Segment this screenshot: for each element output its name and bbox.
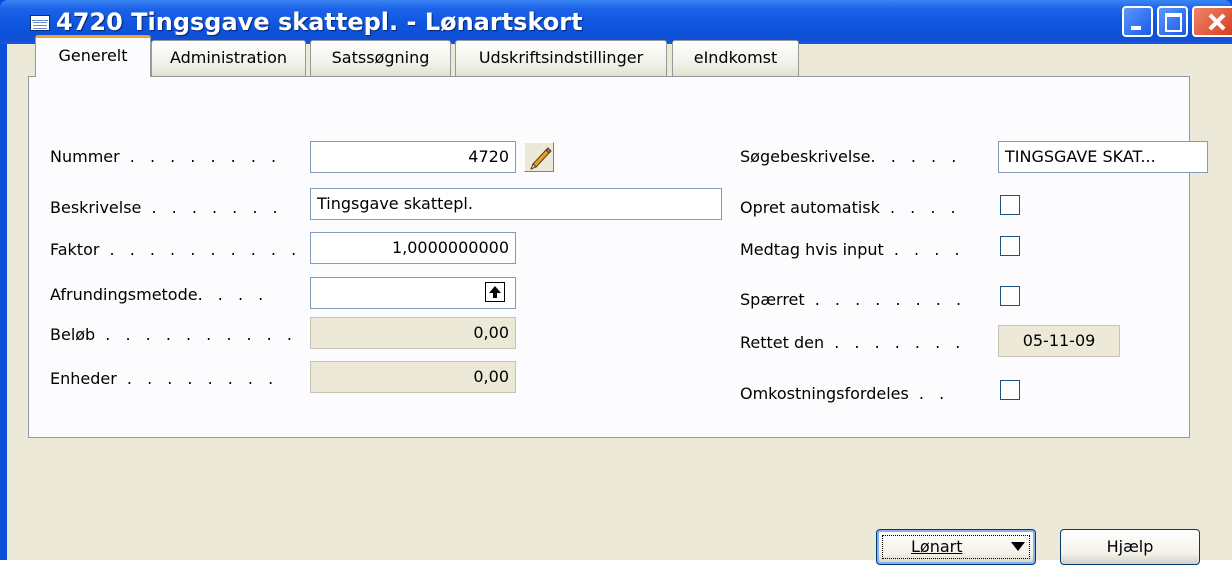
table-icon [30,15,50,31]
nummer-label: Nummer . . . . . . . . [50,147,282,166]
opret-automatisk-checkbox[interactable] [1000,195,1020,215]
enheder-label: Enheder . . . . . . . . [50,369,279,388]
dropdown-arrow-icon [1011,542,1025,551]
beloeb-label: Beløb . . . . . . . . . . [50,325,297,344]
beskrivelse-field[interactable]: Tingsgave skattepl. [310,188,722,220]
tab-generelt[interactable]: Generelt [35,35,151,77]
nummer-field[interactable]: 4720 [310,141,516,173]
soegebeskrivelse-label: Søgebeskrivelse. . . . . [740,147,962,166]
tab-udskriftsindstillinger[interactable]: Udskriftsindstillinger [455,40,667,76]
minimize-icon[interactable] [1122,6,1153,37]
spaerret-checkbox[interactable] [1000,286,1020,306]
pencil-icon [530,147,552,170]
tab-satssogning[interactable]: Satssøgning [310,40,451,76]
tab-eindkomst[interactable]: eIndkomst [672,40,799,76]
faktor-field[interactable]: 1,0000000000 [310,232,516,264]
omkostningsfordeles-checkbox[interactable] [1000,380,1020,400]
enheder-field: 0,00 [310,361,516,393]
edit-pencil-button[interactable] [524,142,554,172]
lookup-up-arrow-icon[interactable] [485,282,505,302]
opret-automatisk-label: Opret automatisk . . . . [740,198,961,217]
rettet-den-label: Rettet den . . . . . . . [740,333,966,352]
rettet-den-field: 05-11-09 [998,325,1120,357]
faktor-label: Faktor . . . . . . . . . . [50,240,302,259]
afrundingsmetode-label: Afrundingsmetode. . . . [50,285,269,304]
maximize-icon[interactable] [1157,6,1188,37]
medtag-hvis-input-checkbox[interactable] [1000,236,1020,256]
up-arrow-icon [489,286,501,298]
loenart-button-label: Lønart [911,537,963,556]
spaerret-label: Spærret . . . . . . . . [740,290,967,309]
lonartskort-window: 4720 Tingsgave skattepl. - Lønartskort A… [0,0,1232,565]
tab-administration[interactable]: Administration [151,40,306,76]
medtag-hvis-input-label: Medtag hvis input . . . . [740,240,965,259]
window-title: 4720 Tingsgave skattepl. - Lønartskort [56,8,583,36]
omkostningsfordeles-label: Omkostningsfordeles . . [740,384,950,403]
close-icon[interactable] [1192,6,1232,37]
soegebeskrivelse-field[interactable]: TINGSGAVE SKAT... [998,141,1208,173]
beloeb-field: 0,00 [310,317,516,349]
beskrivelse-label: Beskrivelse . . . . . . . [50,198,283,217]
title-bar[interactable]: 4720 Tingsgave skattepl. - Lønartskort [0,0,1232,44]
